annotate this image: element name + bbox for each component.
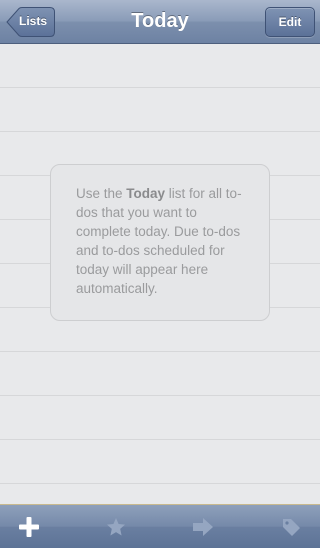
bottom-toolbar — [0, 504, 320, 548]
empty-state-card: Use the Today list for all to-dos that y… — [50, 164, 270, 321]
navigation-bar: Lists Today Edit — [0, 0, 320, 44]
star-icon — [107, 517, 125, 535]
add-todo-button[interactable] — [7, 505, 51, 548]
empty-text-before: Use the — [76, 186, 127, 201]
arrow-right-icon — [193, 517, 213, 536]
move-button[interactable] — [181, 505, 225, 548]
empty-state-message: Use the Today list for all to-dos that y… — [76, 184, 251, 298]
empty-text-bold: Today — [126, 186, 166, 201]
edit-button[interactable]: Edit — [265, 7, 315, 37]
plus-icon — [19, 516, 39, 537]
empty-text-after: list for all to-dos that you want to com… — [76, 186, 242, 296]
tag-button[interactable] — [269, 505, 313, 548]
star-button[interactable] — [94, 505, 138, 548]
tag-icon — [283, 518, 300, 536]
